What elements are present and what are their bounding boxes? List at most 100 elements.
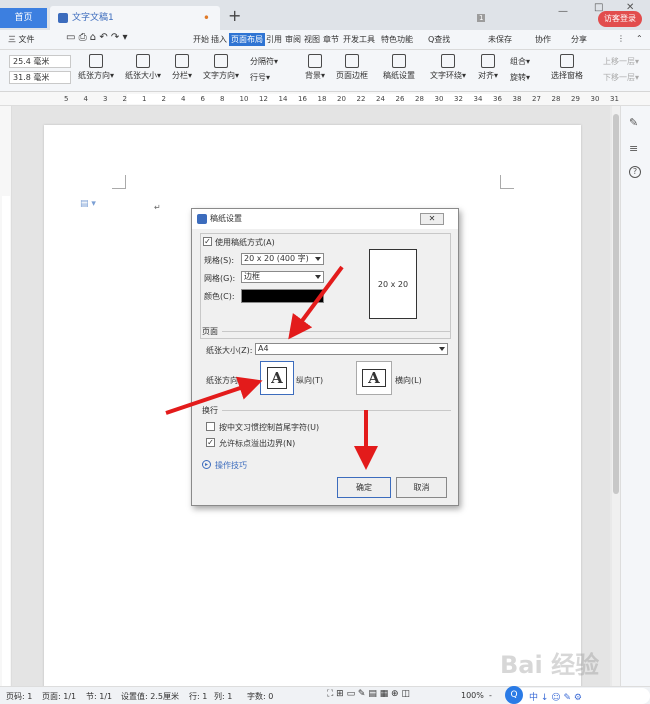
page-border-button[interactable]: 页面边框 [336,54,368,81]
menu-review[interactable]: 审阅 [285,34,301,45]
landscape-option[interactable]: A [356,361,392,395]
text-wrap-button[interactable]: 文字环绕▾ [430,54,466,81]
status-section: 节: 1/1 [86,692,113,701]
watermark: Bai 经验 [500,651,600,679]
menu-view[interactable]: 视图 [304,34,320,45]
paper-size-icon [136,54,150,68]
unsaved-status[interactable]: 未保存 [488,34,512,45]
help-icon[interactable]: ? [629,166,641,178]
ribbon: 25.4 毫米 31.8 毫米 纸张方向▾ 纸张大小▾ 分栏▾ 文字方向▾ 分隔… [0,50,650,92]
portrait-option[interactable]: A [260,361,294,395]
minimize-button[interactable]: — [558,6,568,17]
collapse-icon[interactable]: ⌃ [636,34,643,43]
new-tab-button[interactable]: + [228,6,241,25]
margin-bottom-input[interactable]: 31.8 毫米 [9,71,71,84]
background-icon [308,54,322,68]
text-direction-button[interactable]: 文字方向▾ [203,54,239,81]
status-col: 列: 1 [214,692,233,701]
ruler-tick-label: 38 [512,95,522,103]
menu-reference[interactable]: 引用 [266,34,282,45]
horizontal-ruler[interactable]: 5 4 3 2 1 2 4 6 8 10 12 14 16 18 20 22 24 26 28 30 32 34 36 38 2… [0,92,650,106]
color-label: 颜色(C): [204,292,235,301]
more-icon[interactable]: ⋮ [617,34,625,43]
columns-button[interactable]: 分栏▾ [172,54,192,81]
ruler-tick-label: 36 [493,95,502,103]
coop-button[interactable]: 协作 [535,34,551,45]
menu-page-layout[interactable]: 页面布局 [229,33,265,46]
manuscript-settings-button[interactable]: 稿纸设置 [383,54,415,81]
visitor-login-button[interactable]: 访客登录 [598,11,642,27]
dialog-close-button[interactable]: ✕ [420,213,444,225]
search-button[interactable]: Q查找 [428,34,450,45]
save-icon[interactable]: ▭ ⎙ ⌂ ↶ ↷ ▾ [66,32,127,43]
menu-start[interactable]: 开始 [193,34,209,45]
option-chinese-habit-checkbox[interactable] [206,422,215,431]
zoom-level[interactable]: 100% [461,691,484,700]
ruler-tick-label: 26 [395,95,405,103]
menu-dev-tools[interactable]: 开发工具 [343,34,375,45]
ruler-tick-label: 22 [356,95,366,103]
scrollbar-thumb[interactable] [613,114,619,494]
landscape-label: 横向(L) [395,376,422,385]
ruler-tick-label: 5 [64,95,69,103]
tab-document[interactable]: 文字文稿1 • [50,6,220,30]
menu-special[interactable]: 特色功能 [381,34,413,45]
pen-icon[interactable]: ✎ [629,116,638,129]
ruler-tick-label: 29 [571,95,580,103]
ruler-tick-label: 27 [532,95,541,103]
settings-icon[interactable]: ≡ [629,142,638,155]
vertical-scrollbar[interactable] [612,106,620,686]
color-select[interactable] [241,289,324,303]
document-title: 文字文稿1 [72,13,114,23]
bring-forward-button[interactable]: 上移一层▾ [603,56,639,67]
separator-button[interactable]: 分隔符▾ [250,56,278,67]
menu-insert[interactable]: 插入 [211,34,227,45]
align-button[interactable]: 对齐▾ [478,54,498,81]
tips-link[interactable]: 操作技巧 [215,460,247,471]
option-punctuation-checkbox[interactable]: ✓ [206,438,215,447]
ime-status[interactable]: 中 ↓ ☺ ✎ ⚙ [529,690,582,703]
tips-icon: ▸ [202,460,211,469]
portrait-icon: A [267,367,287,389]
use-manuscript-checkbox[interactable]: ✓ [203,237,212,246]
chevron-down-icon [315,257,321,261]
paper-size-button[interactable]: 纸张大小▾ [125,54,161,81]
ruler-tick-label: 31 [610,95,619,103]
text-direction-icon [214,54,228,68]
input-method-bar[interactable]: Q 中 ↓ ☺ ✎ ⚙ [505,686,650,704]
zoom-out-button[interactable]: - [489,691,492,700]
ruler-tick-label: 10 [239,95,249,103]
option-punctuation-label: 允许标点溢出边界(N) [219,439,296,448]
margin-top-input[interactable]: 25.4 毫米 [9,55,71,68]
background-button[interactable]: 背景▾ [305,54,325,81]
ruler-tick-label: 4 [181,95,186,103]
vruler-text-area [2,196,10,696]
rotate-button[interactable]: 旋转▾ [510,72,530,83]
grid-select[interactable]: 边框 [241,271,324,283]
menu-file[interactable]: 三 文件 [8,34,35,45]
paragraph-handle-icon[interactable]: ▤ ▾ [80,199,96,209]
spec-label: 规格(S): [204,256,235,265]
cancel-button[interactable]: 取消 [396,477,447,498]
tab-home[interactable]: 首页 [0,8,47,28]
spec-select[interactable]: 20 x 20 (400 字) [241,253,324,265]
divider [222,410,451,411]
line-number-button[interactable]: 行号▾ [250,72,270,83]
paper-size-select[interactable]: A4 [255,343,448,355]
ok-button[interactable]: 确定 [337,477,391,498]
share-button[interactable]: 分享 [571,34,587,45]
ruler-tick-label: 20 [337,95,346,103]
group-button[interactable]: 组合▾ [510,56,530,67]
send-backward-button[interactable]: 下移一层▾ [603,72,639,83]
paper-orientation-button[interactable]: 纸张方向▾ [78,54,114,81]
ruler-tick-label: 32 [454,95,463,103]
menu-chapter[interactable]: 章节 [323,34,339,45]
ruler-tick-label: 18 [317,95,327,103]
view-mode-icons[interactable]: ⛶ ⊞ ▭ ✎ ▤ ▦ ⊕ ◫ [327,689,410,699]
ruler-tick-label: 2 [122,95,127,103]
selection-pane-button[interactable]: 选择窗格 [551,54,583,81]
ruler-tick-label: 34 [473,95,483,103]
page-count-badge: 1 [477,14,486,22]
vertical-ruler[interactable] [0,106,12,696]
manuscript-settings-dialog: 稿纸设置 ✕ ✓ 使用稿纸方式(A) 规格(S): 20 x 20 (400 字… [191,208,459,506]
